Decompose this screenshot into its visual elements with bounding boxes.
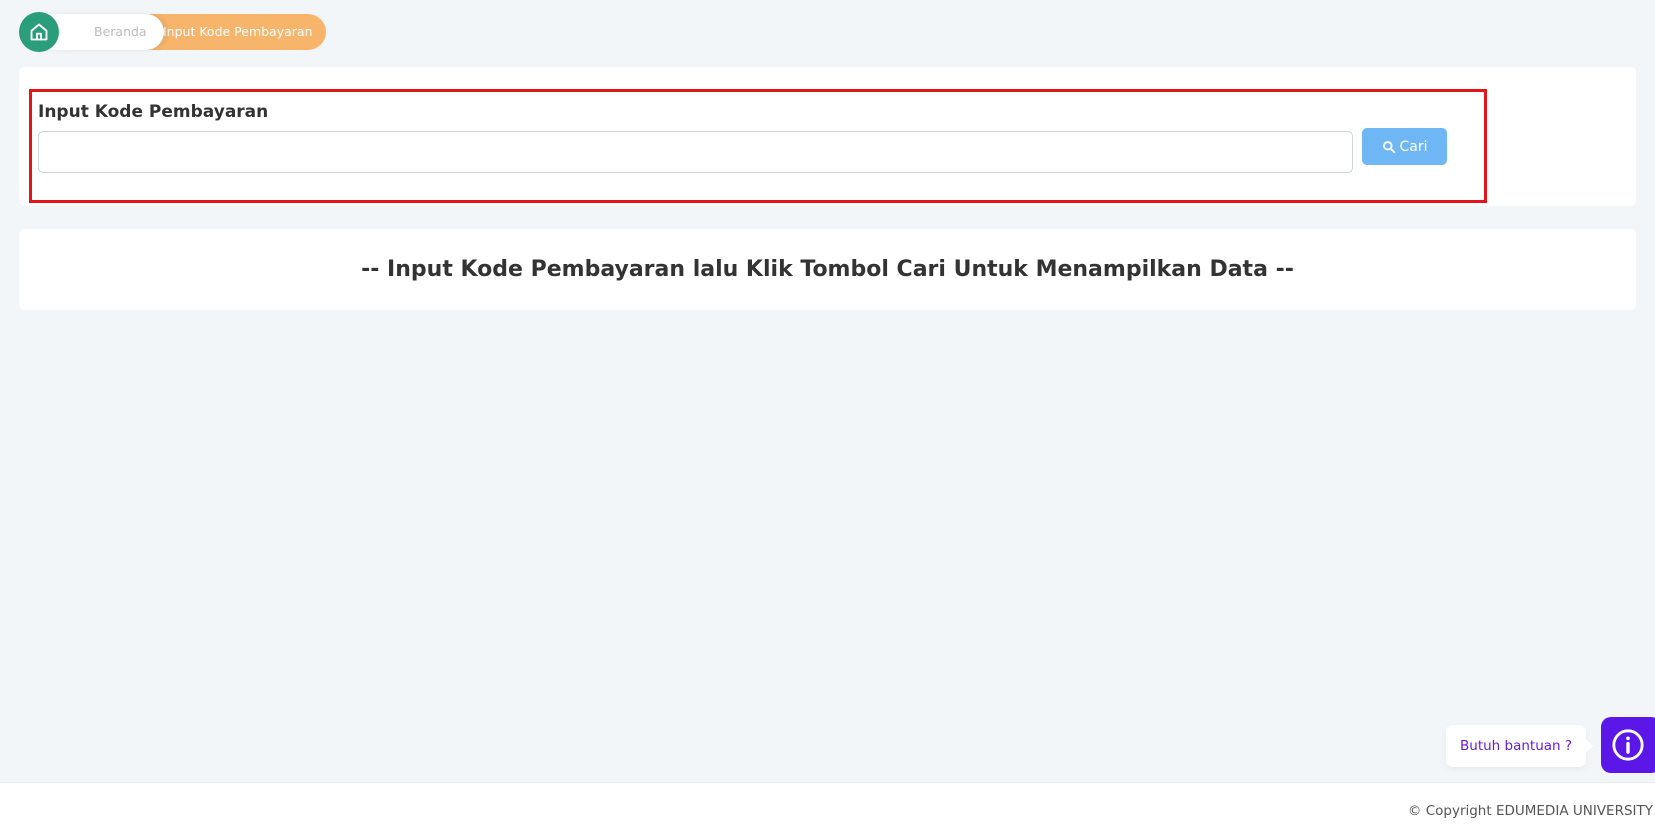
breadcrumb-home-button[interactable] [19,12,59,52]
home-icon [30,23,48,41]
breadcrumb: Input Kode Pembayaran Beranda [19,12,326,52]
search-icon [1382,140,1395,153]
help-button[interactable] [1601,717,1655,773]
empty-state-message: -- Input Kode Pembayaran lalu Klik Tombo… [361,257,1294,282]
info-icon [1612,729,1644,761]
footer: © Copyright EDUMEDIA UNIVERSITY [0,782,1655,827]
result-message-card: -- Input Kode Pembayaran lalu Klik Tombo… [19,229,1636,310]
search-button-label: Cari [1399,138,1428,155]
copyright-text: © Copyright EDUMEDIA UNIVERSITY [1407,803,1653,819]
search-button[interactable]: Cari [1362,128,1447,165]
help-tooltip[interactable]: Butuh bantuan ? [1446,725,1593,767]
payment-code-label: Input Kode Pembayaran [38,102,269,122]
payment-code-input[interactable] [38,131,1353,173]
